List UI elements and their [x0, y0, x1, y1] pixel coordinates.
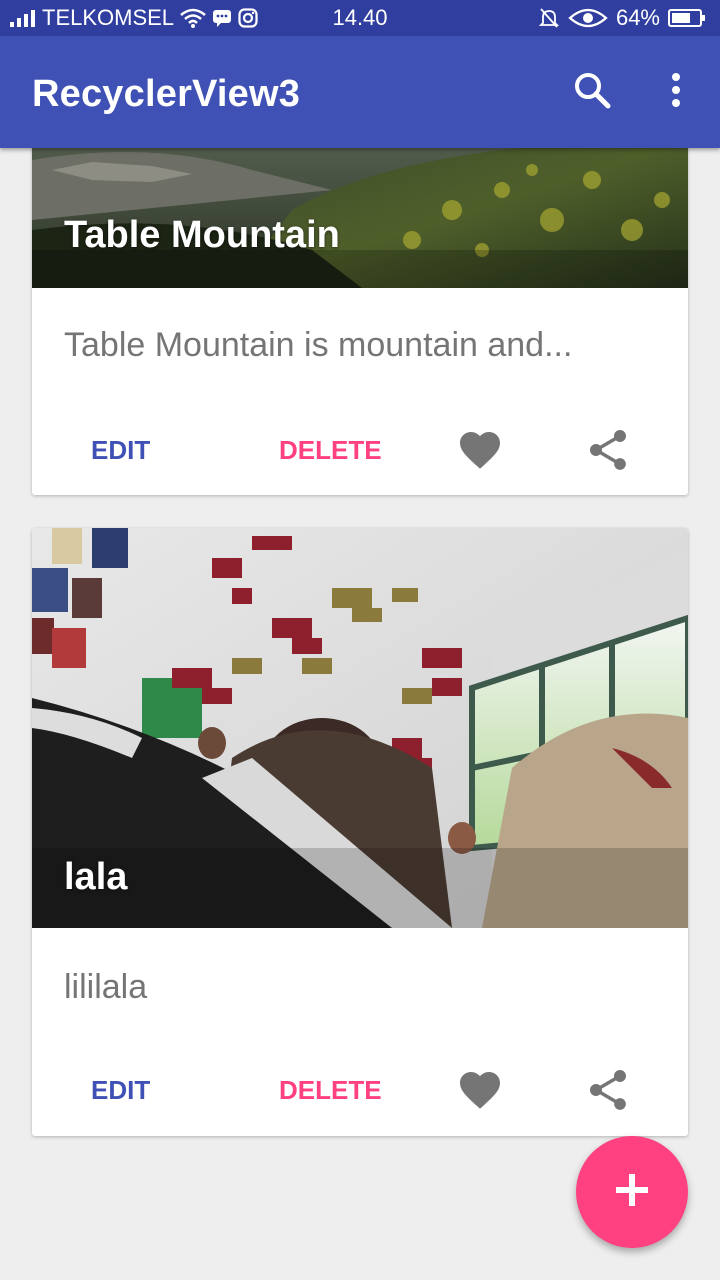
- card-table-mountain[interactable]: Table Mountain Table Mountain is mountai…: [32, 100, 688, 495]
- search-icon: [572, 70, 612, 115]
- card-actions: EDIT DELETE: [32, 1060, 688, 1120]
- status-bar: TELKOMSEL 14.40 64%: [0, 0, 720, 36]
- eye-icon: [568, 8, 608, 28]
- share-icon: [584, 1070, 632, 1118]
- add-fab-button[interactable]: [576, 1136, 688, 1248]
- card-actions: EDIT DELETE: [32, 420, 688, 480]
- heart-icon: [456, 1072, 504, 1118]
- share-icon: [584, 430, 632, 478]
- app-bar: RecyclerView3: [0, 36, 720, 148]
- edit-button[interactable]: EDIT: [91, 1060, 150, 1120]
- delete-button[interactable]: DELETE: [279, 420, 382, 480]
- bell-off-icon: [538, 7, 560, 29]
- search-button[interactable]: [564, 64, 620, 120]
- battery-icon: [668, 8, 706, 28]
- card-lala[interactable]: lala lililala EDIT DELETE: [32, 528, 688, 1136]
- card-description: lililala: [64, 968, 148, 1006]
- add-icon: [612, 1170, 652, 1215]
- classroom-photo: [32, 528, 688, 928]
- card-title: lala: [64, 856, 128, 898]
- share-button[interactable]: [584, 426, 632, 474]
- favorite-button[interactable]: [456, 426, 504, 474]
- overflow-menu-button[interactable]: [648, 64, 704, 120]
- card-image: lala: [32, 528, 688, 928]
- card-description: Table Mountain is mountain and...: [64, 326, 573, 364]
- more-vert-icon: [670, 72, 682, 113]
- favorite-button[interactable]: [456, 1066, 504, 1114]
- battery-level: 64%: [615, 5, 660, 30]
- share-button[interactable]: [584, 1066, 632, 1114]
- edit-button[interactable]: EDIT: [91, 420, 150, 480]
- delete-button[interactable]: DELETE: [279, 1060, 382, 1120]
- heart-icon: [456, 432, 504, 478]
- status-right: 64%: [538, 0, 706, 36]
- app-title: RecyclerView3: [32, 73, 301, 115]
- card-title: Table Mountain: [64, 214, 340, 256]
